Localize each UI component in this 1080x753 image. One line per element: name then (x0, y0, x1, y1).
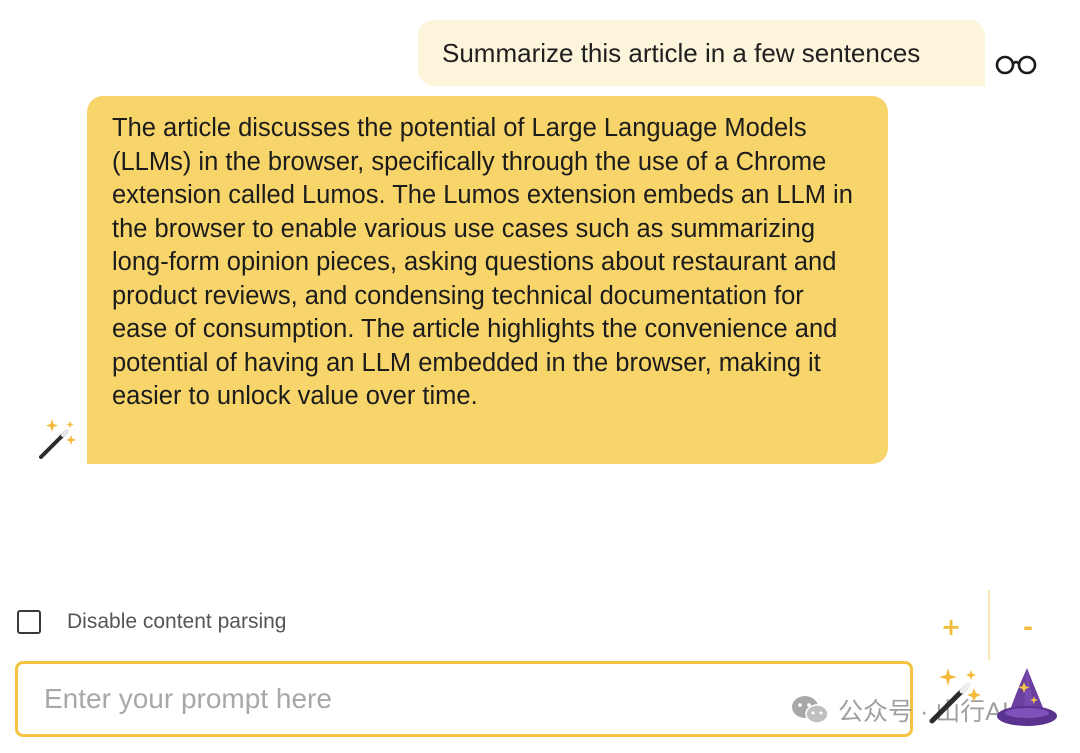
disable-parsing-option[interactable]: Disable content parsing (17, 610, 286, 634)
user-message-text: Summarize this article in a few sentence… (442, 37, 921, 68)
zoom-in-button[interactable]: + (936, 612, 966, 642)
disable-parsing-checkbox[interactable] (17, 610, 41, 634)
glasses-icon (995, 55, 1037, 75)
prompt-input[interactable] (18, 664, 910, 734)
zoom-out-button[interactable]: - (1013, 612, 1043, 642)
zoom-divider (988, 590, 990, 660)
assistant-message-text: The article discusses the potential of L… (112, 114, 853, 410)
assistant-message-bubble: The article discusses the potential of L… (87, 96, 888, 464)
prompt-box (15, 661, 913, 737)
user-message-bubble: Summarize this article in a few sentence… (418, 20, 985, 86)
wizard-hat-icon[interactable] (994, 666, 1060, 732)
disable-parsing-label: Disable content parsing (67, 610, 287, 633)
send-magic-wand-icon[interactable] (926, 666, 986, 726)
magic-wand-icon (39, 419, 76, 459)
